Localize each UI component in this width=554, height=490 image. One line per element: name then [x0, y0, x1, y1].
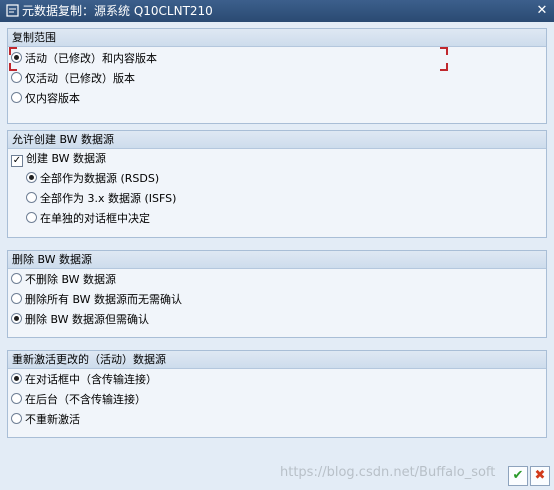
- radio-button[interactable]: [11, 72, 22, 83]
- copy-scope-option-active-only[interactable]: 仅活动（已修改）版本: [11, 71, 135, 87]
- option-delete-with-confirm[interactable]: 删除 BW 数据源但需确认: [11, 312, 149, 328]
- option-all-isfs[interactable]: 全部作为 3.x 数据源 (ISFS): [26, 191, 176, 207]
- copy-scope-group: 复制范围 活动（已修改）和内容版本 仅活动（已修改）版本 仅内容版本: [7, 28, 547, 124]
- reactivate-title: 重新激活更改的（活动）数据源: [8, 351, 546, 369]
- radio-button[interactable]: [26, 192, 37, 203]
- radio-button[interactable]: [11, 92, 22, 103]
- radio-button[interactable]: [11, 293, 22, 304]
- create-bw-datasource-checkbox[interactable]: ✓ 创建 BW 数据源: [11, 151, 106, 167]
- option-no-delete[interactable]: 不删除 BW 数据源: [11, 272, 116, 288]
- document-icon: [6, 4, 19, 17]
- radio-button[interactable]: [26, 212, 37, 223]
- radio-button[interactable]: [26, 172, 37, 183]
- option-no-reactivate[interactable]: 不重新激活: [11, 412, 80, 428]
- radio-button[interactable]: [11, 273, 22, 284]
- copy-scope-option-content-only[interactable]: 仅内容版本: [11, 91, 80, 107]
- title-bar: 元数据复制：源系统 Q10CLNT210 ✕: [0, 0, 554, 22]
- radio-button[interactable]: [11, 413, 22, 424]
- option-decide-dialog[interactable]: 在单独的对话框中决定: [26, 211, 150, 227]
- copy-scope-option-active-content[interactable]: 活动（已修改）和内容版本: [11, 51, 157, 67]
- option-in-dialog[interactable]: 在对话框中（含传输连接）: [11, 372, 157, 388]
- focus-corner: [440, 63, 448, 71]
- focus-corner: [9, 47, 17, 55]
- reactivate-group: 重新激活更改的（活动）数据源 在对话框中（含传输连接） 在后台（不含传输连接） …: [7, 350, 547, 438]
- delete-title: 删除 BW 数据源: [8, 251, 546, 269]
- copy-scope-title: 复制范围: [8, 29, 546, 47]
- focus-corner: [440, 47, 448, 55]
- option-delete-all-no-confirm[interactable]: 删除所有 BW 数据源而无需确认: [11, 292, 182, 308]
- checkbox[interactable]: ✓: [11, 155, 23, 167]
- radio-button[interactable]: [11, 373, 22, 384]
- option-in-background[interactable]: 在后台（不含传输连接）: [11, 392, 146, 408]
- watermark: https://blog.csdn.net/Buffalo_soft: [280, 465, 496, 480]
- cancel-icon[interactable]: ✖: [530, 466, 550, 486]
- allow-create-group: 允许创建 BW 数据源 ✓ 创建 BW 数据源 全部作为数据源 (RSDS) 全部…: [7, 130, 547, 238]
- radio-button[interactable]: [11, 393, 22, 404]
- option-all-rsds[interactable]: 全部作为数据源 (RSDS): [26, 171, 159, 187]
- allow-create-title: 允许创建 BW 数据源: [8, 131, 546, 149]
- confirm-icon[interactable]: ✔: [508, 466, 528, 486]
- radio-button[interactable]: [11, 313, 22, 324]
- focus-corner: [9, 63, 17, 71]
- close-icon[interactable]: ✕: [534, 3, 550, 19]
- window-title: 元数据复制：源系统 Q10CLNT210: [22, 4, 213, 18]
- delete-group: 删除 BW 数据源 不删除 BW 数据源 删除所有 BW 数据源而无需确认 删除…: [7, 250, 547, 338]
